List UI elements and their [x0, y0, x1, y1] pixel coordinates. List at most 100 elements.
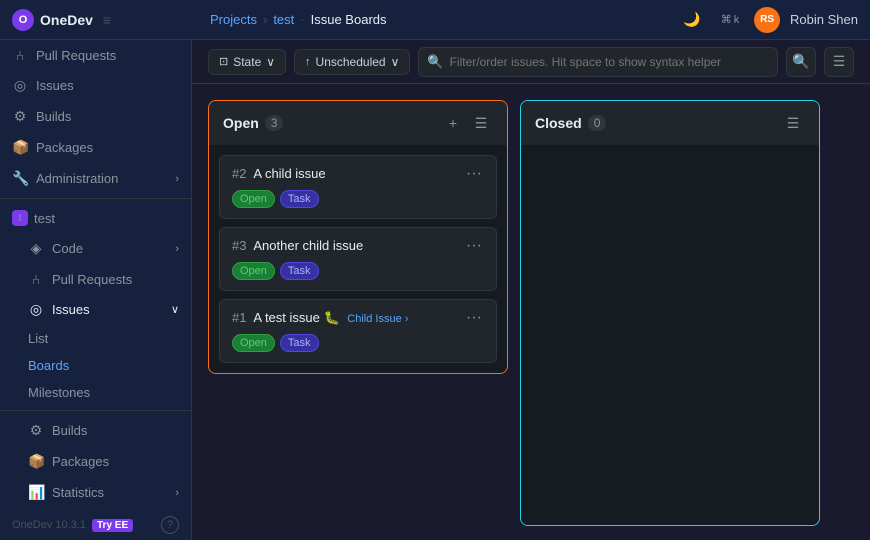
- chevron-right-icon: ›: [175, 173, 179, 185]
- search-icon: 🔍: [427, 54, 443, 70]
- sidebar-item-code[interactable]: ◈ Code ›: [0, 233, 191, 264]
- card-2-open-badge: Open: [232, 190, 275, 208]
- open-column-header: Open 3 + ☰: [209, 101, 507, 145]
- packages-icon: 📦: [12, 139, 28, 156]
- issues-sub-icon: ◎: [28, 301, 44, 318]
- card-1-menu-button[interactable]: ···: [464, 310, 484, 326]
- sidebar-item-pull-requests-sub[interactable]: ⑃ Pull Requests: [0, 264, 191, 294]
- closed-column-actions: ☰: [781, 111, 805, 135]
- breadcrumb-project[interactable]: test: [273, 12, 294, 27]
- list-label: List: [28, 331, 48, 346]
- sidebar-item-issues-sub[interactable]: ◎ Issues ∨: [0, 294, 191, 325]
- sidebar-sub-milestones[interactable]: Milestones: [0, 379, 191, 406]
- sidebar-sub-boards[interactable]: Boards: [0, 352, 191, 379]
- sidebar-item-packages[interactable]: 📦 Packages: [0, 132, 191, 163]
- dark-mode-button[interactable]: 🌙: [678, 6, 706, 34]
- breadcrumb-sep2: ·: [300, 12, 304, 27]
- administration-icon: 🔧: [12, 170, 28, 187]
- closed-column-menu-button[interactable]: ☰: [781, 111, 805, 135]
- sidebar-project[interactable]: t test ···: [0, 203, 191, 233]
- issue-card-3[interactable]: #3 Another child issue ··· Open Task: [219, 227, 497, 291]
- sidebar-item-builds-sub[interactable]: ⚙ Builds: [0, 415, 191, 446]
- toolbar: ⊡ State ∨ ↑ Unscheduled ∨ 🔍 🔍 ☰: [192, 40, 870, 84]
- statistics-icon: 📊: [28, 484, 44, 501]
- state-chevron-icon: ∨: [266, 55, 275, 69]
- card-2-task-badge: Task: [280, 190, 319, 208]
- sidebar-item-statistics[interactable]: 📊 Statistics ›: [0, 477, 191, 508]
- version-text: OneDev 10.3.1: [12, 519, 86, 531]
- card-1-title: #1 A test issue 🐛 Child Issue ›: [232, 310, 408, 326]
- unscheduled-icon: ↑: [305, 56, 311, 68]
- closed-column-header: Closed 0 ☰: [521, 101, 819, 145]
- card-3-task-badge: Task: [280, 262, 319, 280]
- issue-card-2[interactable]: #2 A child issue ··· Open Task: [219, 155, 497, 219]
- try-ee-badge[interactable]: Try EE: [92, 519, 133, 532]
- chevron-right-icon: ›: [175, 243, 179, 255]
- unscheduled-chevron-icon: ∨: [391, 55, 400, 69]
- header-actions: 🌙 ⌘k RS Robin Shen: [678, 6, 858, 34]
- packages-sub-icon: 📦: [28, 453, 44, 470]
- child-issue-link[interactable]: Child Issue ›: [347, 313, 408, 325]
- card-3-badges: Open Task: [232, 262, 484, 280]
- breadcrumb-current: Issue Boards: [311, 12, 387, 27]
- sidebar-item-label: Issues: [36, 78, 74, 93]
- card-2-number: #2: [232, 166, 246, 181]
- sidebar-sub-list[interactable]: List: [0, 325, 191, 352]
- sidebar-divider: [0, 198, 191, 199]
- help-icon[interactable]: ?: [161, 516, 179, 534]
- user-name[interactable]: Robin Shen: [790, 12, 858, 27]
- sidebar-item-label: Issues: [52, 302, 90, 317]
- milestones-label: Milestones: [28, 385, 90, 400]
- logo-area: O OneDev ≡: [12, 9, 202, 31]
- logo-icon: O: [12, 9, 34, 31]
- avatar[interactable]: RS: [754, 7, 780, 33]
- open-column-count: 3: [265, 115, 284, 131]
- sidebar-item-issues[interactable]: ◎ Issues: [0, 70, 191, 101]
- card-2-menu-button[interactable]: ···: [464, 166, 484, 182]
- unscheduled-filter-button[interactable]: ↑ Unscheduled ∨: [294, 49, 410, 75]
- search-button[interactable]: 🔍: [786, 47, 816, 77]
- keyboard-shortcut-button[interactable]: ⌘k: [716, 6, 744, 34]
- sidebar-item-label: Pull Requests: [36, 48, 116, 63]
- sidebar-toggle-icon[interactable]: ≡: [103, 12, 111, 28]
- sidebar-item-packages-sub[interactable]: 📦 Packages: [0, 446, 191, 477]
- card-1-title-text: A test issue 🐛: [253, 310, 339, 325]
- search-box[interactable]: 🔍: [418, 47, 778, 77]
- project-name: test: [34, 211, 55, 226]
- closed-column-count: 0: [588, 115, 607, 131]
- sidebar-item-label: Administration: [36, 171, 118, 186]
- chevron-right-icon: ›: [175, 487, 179, 499]
- closed-column-body: [521, 145, 819, 525]
- logo-text: OneDev: [40, 12, 93, 28]
- sidebar-item-label: Builds: [36, 109, 71, 124]
- card-2-header: #2 A child issue ···: [232, 166, 484, 182]
- open-column-menu-button[interactable]: ☰: [469, 111, 493, 135]
- card-1-task-badge: Task: [280, 334, 319, 352]
- sidebar-item-administration[interactable]: 🔧 Administration ›: [0, 163, 191, 194]
- sidebar-item-label: Code: [52, 241, 83, 256]
- sidebar-item-builds[interactable]: ⚙ Builds: [0, 101, 191, 132]
- card-3-number: #3: [232, 238, 246, 253]
- state-filter-button[interactable]: ⊡ State ∨: [208, 49, 286, 75]
- card-3-menu-button[interactable]: ···: [464, 238, 484, 254]
- search-input[interactable]: [450, 55, 769, 69]
- closed-column-title: Closed: [535, 115, 582, 131]
- open-column: Open 3 + ☰ #2 A child issue: [208, 100, 508, 374]
- sidebar-item-label: Builds: [52, 423, 87, 438]
- code-icon: ◈: [28, 240, 44, 257]
- sidebar-item-label: Statistics: [52, 485, 104, 500]
- state-filter-label: State: [233, 55, 261, 69]
- sidebar-item-pull-requests[interactable]: ⑃ Pull Requests: [0, 40, 191, 70]
- closed-column: Closed 0 ☰: [520, 100, 820, 526]
- boards-label: Boards: [28, 358, 69, 373]
- card-1-number: #1: [232, 310, 246, 325]
- card-2-badges: Open Task: [232, 190, 484, 208]
- list-view-button[interactable]: ☰: [824, 47, 854, 77]
- board-area: Open 3 + ☰ #2 A child issue: [192, 84, 870, 540]
- issue-card-1[interactable]: #1 A test issue 🐛 Child Issue › ··· Open…: [219, 299, 497, 363]
- add-issue-button[interactable]: +: [441, 111, 465, 135]
- breadcrumb-projects[interactable]: Projects: [210, 12, 257, 27]
- breadcrumb: Projects › test · Issue Boards: [210, 12, 670, 27]
- sidebar: ⑃ Pull Requests ◎ Issues ⚙ Builds 📦 Pack…: [0, 40, 192, 540]
- card-1-open-badge: Open: [232, 334, 275, 352]
